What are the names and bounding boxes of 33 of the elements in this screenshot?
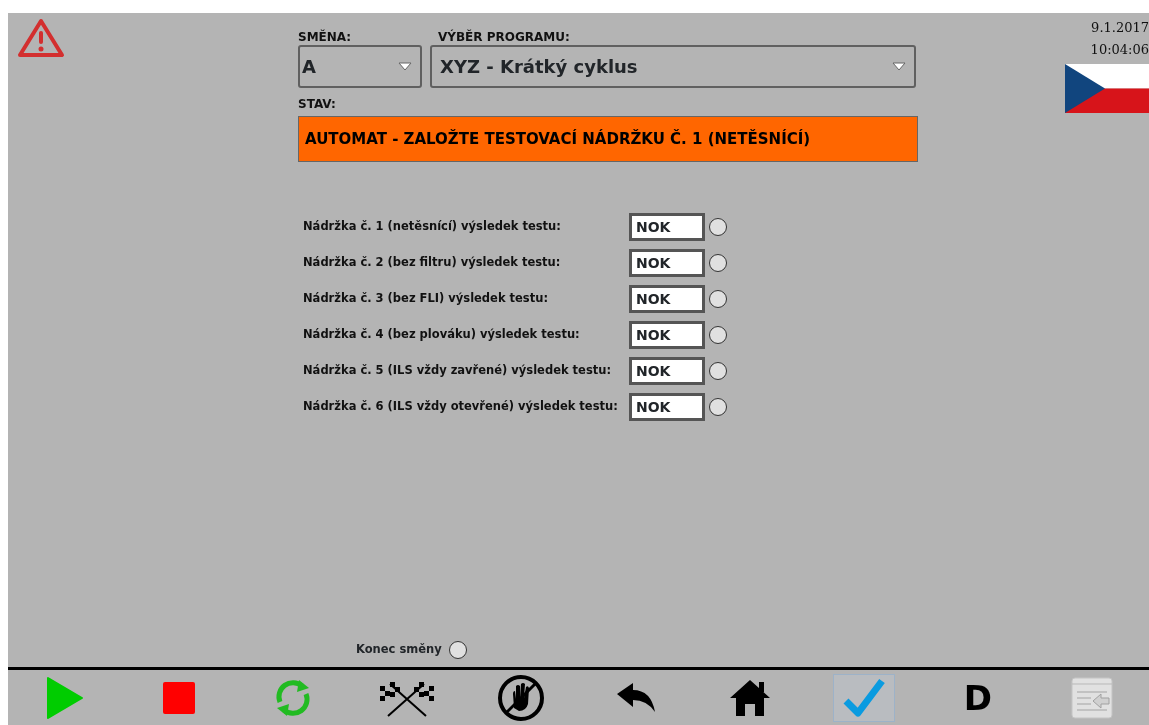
- test-label: Nádržka č. 1 (netěsnící) výsledek testu:: [303, 218, 562, 236]
- status-label: STAV:: [298, 96, 337, 112]
- warning-icon: [17, 18, 65, 58]
- result-field: NOK: [629, 213, 705, 241]
- result-field: NOK: [629, 249, 705, 277]
- test-label: Nádržka č. 3 (bez FLI) výsledek testu:: [303, 290, 549, 308]
- test-label: Nádržka č. 6 (ILS vždy otevřené) výsledek testu:: [303, 398, 619, 416]
- time-text: 10:04:06: [1089, 41, 1149, 59]
- result-field: NOK: [629, 285, 705, 313]
- date-text: 9.1.2017: [1090, 19, 1149, 37]
- exit-icon: [1070, 676, 1113, 719]
- caret-icon: [892, 62, 906, 71]
- program-dropdown[interactable]: XYZ - Krátký cyklus: [430, 45, 916, 88]
- shift-dropdown[interactable]: A: [298, 45, 422, 88]
- play-icon: [45, 675, 86, 720]
- status-bar: AUTOMAT - ZALOŽTE TESTOVACÍ NÁDRŽKU Č. 1 (NETĚSNÍCÍ): [298, 116, 918, 162]
- end-of-shift-label: Konec směny: [356, 641, 442, 659]
- stop-icon: [162, 680, 197, 715]
- no-hand-icon: [497, 673, 546, 722]
- shift-label: SMĚNA:: [298, 29, 353, 45]
- flag-icon[interactable]: [1065, 64, 1149, 113]
- test-label: Nádržka č. 5 (ILS vždy zavřené) výsledek testu:: [303, 362, 612, 380]
- d-button[interactable]: D: [947, 673, 1008, 722]
- test-label: Nádržka č. 4 (bez plováku) výsledek testu:: [303, 326, 581, 344]
- check-icon: [841, 676, 886, 719]
- result-field: NOK: [629, 357, 705, 385]
- program-label: VÝBĚR PROGRAMU:: [437, 29, 571, 45]
- result-field: NOK: [629, 393, 705, 421]
- test-label: Nádržka č. 2 (bez filtru) výsledek testu:: [303, 254, 562, 272]
- result-field: NOK: [629, 321, 705, 349]
- check-button[interactable]: [832, 673, 895, 722]
- home-icon: [728, 677, 771, 718]
- caret-icon: [398, 62, 412, 71]
